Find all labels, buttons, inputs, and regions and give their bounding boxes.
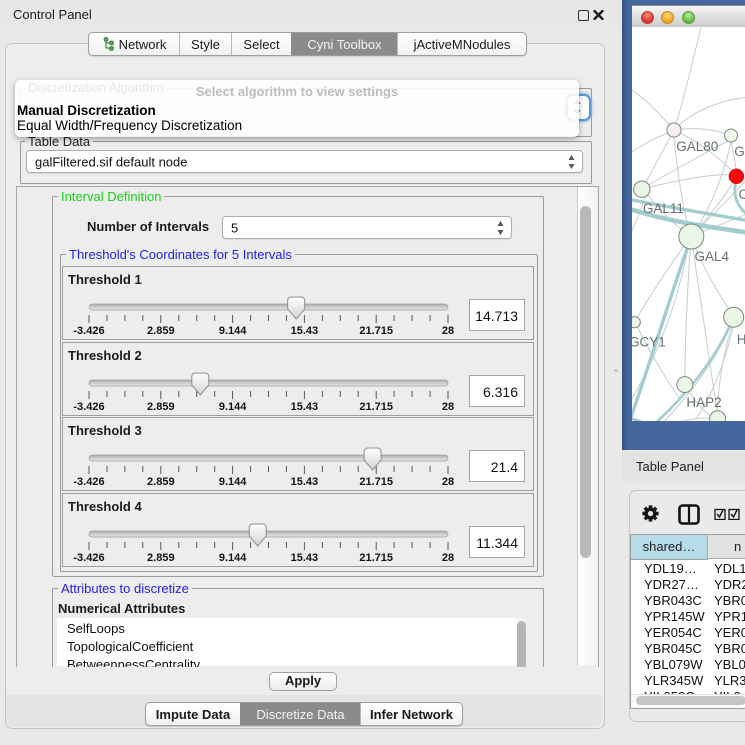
svg-text:28: 28 bbox=[442, 401, 454, 413]
svg-text:21.715: 21.715 bbox=[359, 325, 393, 337]
svg-text:GAL4: GAL4 bbox=[695, 249, 730, 264]
svg-text:-3.426: -3.426 bbox=[73, 476, 104, 488]
svg-text:GCY1: GCY1 bbox=[632, 335, 666, 350]
svg-text:2.859: 2.859 bbox=[147, 552, 175, 564]
svg-text:15.43: 15.43 bbox=[291, 401, 319, 413]
svg-text:-3.426: -3.426 bbox=[73, 552, 104, 564]
svg-text:9.144: 9.144 bbox=[219, 552, 247, 564]
svg-text:9.144: 9.144 bbox=[219, 401, 247, 413]
svg-text:21.715: 21.715 bbox=[359, 401, 393, 413]
svg-text:GAL80: GAL80 bbox=[676, 139, 718, 154]
svg-text:15.43: 15.43 bbox=[291, 325, 319, 337]
svg-text:2.859: 2.859 bbox=[147, 325, 175, 337]
svg-text:28: 28 bbox=[442, 476, 454, 488]
svg-text:C: C bbox=[739, 187, 745, 202]
svg-text:9.144: 9.144 bbox=[219, 476, 247, 488]
svg-text:HAP2: HAP2 bbox=[686, 395, 721, 410]
svg-text:21.715: 21.715 bbox=[359, 476, 393, 488]
svg-text:2.859: 2.859 bbox=[147, 401, 175, 413]
svg-text:GA: GA bbox=[734, 144, 745, 159]
svg-text:H: H bbox=[737, 332, 745, 347]
svg-text:28: 28 bbox=[442, 325, 454, 337]
svg-text:15.43: 15.43 bbox=[291, 552, 319, 564]
svg-text:-3.426: -3.426 bbox=[73, 401, 104, 413]
svg-text:2.859: 2.859 bbox=[147, 476, 175, 488]
svg-text:28: 28 bbox=[442, 552, 454, 564]
svg-text:15.43: 15.43 bbox=[291, 476, 319, 488]
svg-text:-3.426: -3.426 bbox=[73, 325, 104, 337]
svg-text:GAL11: GAL11 bbox=[643, 201, 684, 216]
svg-text:9.144: 9.144 bbox=[219, 325, 247, 337]
svg-text:21.715: 21.715 bbox=[359, 552, 393, 564]
